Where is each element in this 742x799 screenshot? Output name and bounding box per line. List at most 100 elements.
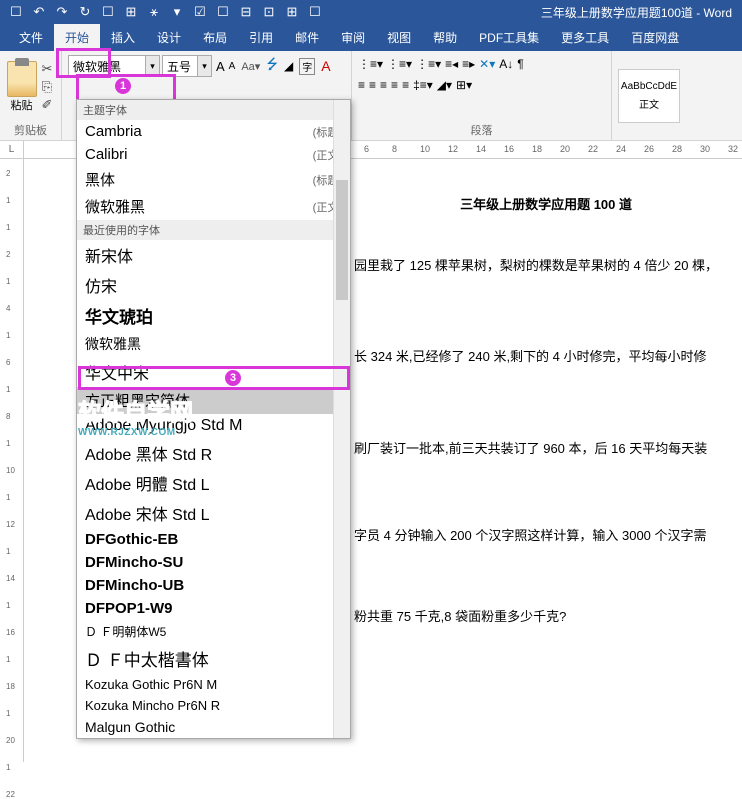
tab-更多工具[interactable]: 更多工具 <box>550 24 620 51</box>
vertical-ruler: 2112141618110112114116118120122 <box>0 159 24 762</box>
dropdown-scrollbar[interactable] <box>333 100 350 738</box>
qat-button[interactable]: ⚹ <box>144 2 164 22</box>
qat-button[interactable]: ⊞ <box>121 2 141 22</box>
line-spacing-button[interactable]: ‡≡▾ <box>413 78 433 92</box>
font-option[interactable]: Kozuka Gothic Pr6N M <box>77 674 350 695</box>
text-direction-button[interactable]: ✕▾ <box>479 57 495 71</box>
font-option[interactable]: 微软雅黑 <box>77 331 350 357</box>
circle-char-button[interactable]: A <box>321 58 330 74</box>
phonetic-guide-button[interactable]: ⭍ <box>266 54 278 78</box>
font-option[interactable]: 微软雅黑(正文) <box>77 193 350 220</box>
annotation-badge-3: 3 <box>225 370 241 386</box>
ruler-corner: L <box>0 141 24 158</box>
shrink-font-button[interactable]: A <box>229 61 236 72</box>
font-name-dropdown[interactable]: ▾ <box>146 55 160 77</box>
font-option[interactable]: 华文琥珀 <box>77 300 350 331</box>
font-option[interactable]: Calibri(正文) <box>77 143 350 166</box>
copy-icon[interactable]: ⎘ <box>39 79 55 95</box>
tab-百度网盘[interactable]: 百度网盘 <box>620 24 690 51</box>
tab-开始[interactable]: 开始 <box>54 24 100 51</box>
font-option[interactable]: Ｄ Ｆ中太楷書体 <box>77 643 350 674</box>
change-case-button[interactable]: Aa▾ <box>241 60 260 73</box>
increase-indent-button[interactable]: ≡▸ <box>462 57 475 71</box>
font-option[interactable]: Adobe 宋体 Std L <box>77 498 350 528</box>
font-option[interactable]: DFMincho-SU <box>77 551 350 574</box>
clear-format-button[interactable]: ◢ <box>284 59 293 73</box>
paragraph-group-label: 段落 <box>358 120 605 138</box>
qat-button[interactable]: ▾ <box>167 2 187 22</box>
format-painter-icon[interactable]: ✐ <box>39 97 55 113</box>
font-option[interactable]: DFMincho-UB <box>77 574 350 597</box>
annotation-badge-1: 1 <box>115 78 131 94</box>
sort-button[interactable]: A↓ <box>499 57 513 71</box>
font-option[interactable]: 仿宋 <box>77 270 350 300</box>
clipboard-group-label: 剪贴板 <box>6 120 55 138</box>
style-normal[interactable]: AaBbCcDdE 正文 <box>618 69 680 123</box>
qat-button[interactable]: ☐ <box>213 2 233 22</box>
tab-布局[interactable]: 布局 <box>192 24 238 51</box>
align-left-button[interactable]: ≡ <box>358 78 365 92</box>
bullets-button[interactable]: ⋮≡▾ <box>358 57 383 71</box>
tab-引用[interactable]: 引用 <box>238 24 284 51</box>
tab-审阅[interactable]: 审阅 <box>330 24 376 51</box>
tab-PDF工具集[interactable]: PDF工具集 <box>468 24 550 51</box>
tab-插入[interactable]: 插入 <box>100 24 146 51</box>
borders-button[interactable]: ⊞▾ <box>456 78 472 92</box>
font-dropdown-panel: 主题字体 Cambria(标题)Calibri(正文)黑体(标题)微软雅黑(正文… <box>76 99 351 739</box>
font-size-input[interactable]: 五号 <box>162 55 198 77</box>
qat-button[interactable]: ☐ <box>6 2 26 22</box>
paste-button[interactable]: 粘贴 <box>6 61 37 113</box>
qat-button[interactable]: ⊟ <box>236 2 256 22</box>
font-option[interactable]: Adobe Myungjo Std M <box>77 414 350 438</box>
font-option[interactable]: DFGothic-EB <box>77 528 350 551</box>
font-option[interactable]: 新宋体 <box>77 240 350 270</box>
tab-帮助[interactable]: 帮助 <box>422 24 468 51</box>
qat-button[interactable]: ↶ <box>29 2 49 22</box>
justify-button[interactable]: ≡ <box>391 78 398 92</box>
font-option[interactable]: 黑体(标题) <box>77 166 350 193</box>
tab-设计[interactable]: 设计 <box>146 24 192 51</box>
align-center-button[interactable]: ≡ <box>369 78 376 92</box>
show-marks-button[interactable]: ¶ <box>517 57 523 71</box>
qat-button[interactable]: ↻ <box>75 2 95 22</box>
font-option[interactable]: DFPOP1-W9 <box>77 597 350 620</box>
qat-button[interactable]: ☐ <box>305 2 325 22</box>
font-option[interactable]: Malgun Gothic <box>77 716 350 738</box>
qat-button[interactable]: ↷ <box>52 2 72 22</box>
font-option[interactable]: Adobe 黑体 Std R <box>77 438 350 468</box>
font-option[interactable]: Kozuka Mincho Pr6N R <box>77 695 350 716</box>
titlebar: ☐↶↷↻☐⊞⚹▾☑☐⊟⊡⊞☐ 三年级上册数学应用题100道 - Word <box>0 0 742 24</box>
qat-button[interactable]: ⊡ <box>259 2 279 22</box>
qat-button[interactable]: ☐ <box>98 2 118 22</box>
clipboard-icon <box>7 61 37 97</box>
numbering-button[interactable]: ⋮≡▾ <box>387 57 412 71</box>
paste-label: 粘贴 <box>11 97 33 113</box>
qat-button[interactable]: ☑ <box>190 2 210 22</box>
section-theme-fonts: 主题字体 <box>77 100 350 120</box>
font-option[interactable]: Ｄ Ｆ明朝体W5 <box>77 620 350 643</box>
font-option[interactable]: Adobe 明體 Std L <box>77 468 350 498</box>
style-name: 正文 <box>639 96 659 111</box>
align-right-button[interactable]: ≡ <box>380 78 387 92</box>
qat-button[interactable]: ⊞ <box>282 2 302 22</box>
cut-icon[interactable]: ✂ <box>39 61 55 77</box>
tab-视图[interactable]: 视图 <box>376 24 422 51</box>
style-preview-text: AaBbCcDdE <box>621 81 677 92</box>
shading-button[interactable]: ◢▾ <box>437 78 452 92</box>
quick-access-toolbar: ☐↶↷↻☐⊞⚹▾☑☐⊟⊡⊞☐ <box>6 2 325 22</box>
tab-邮件[interactable]: 邮件 <box>284 24 330 51</box>
ribbon-tabs: 文件开始插入设计布局引用邮件审阅视图帮助PDF工具集更多工具百度网盘 <box>0 24 742 51</box>
grow-font-button[interactable]: A <box>216 59 225 74</box>
multilevel-button[interactable]: ⋮≡▾ <box>416 57 441 71</box>
font-option[interactable]: 华文中宋 <box>77 357 350 387</box>
font-option[interactable]: Cambria(标题) <box>77 120 350 143</box>
decrease-indent-button[interactable]: ≡◂ <box>445 57 458 71</box>
char-border-button[interactable]: 字 <box>299 58 315 75</box>
font-size-dropdown[interactable]: ▾ <box>198 55 212 77</box>
font-option[interactable]: 方正粗黑宋简体 <box>77 387 350 414</box>
distributed-button[interactable]: ≡ <box>402 78 409 92</box>
font-name-input[interactable]: 微软雅黑 <box>68 55 146 77</box>
document-title: 三年级上册数学应用题100道 - Word <box>325 4 736 21</box>
tab-文件[interactable]: 文件 <box>8 24 54 51</box>
section-recent-fonts: 最近使用的字体 <box>77 220 350 240</box>
